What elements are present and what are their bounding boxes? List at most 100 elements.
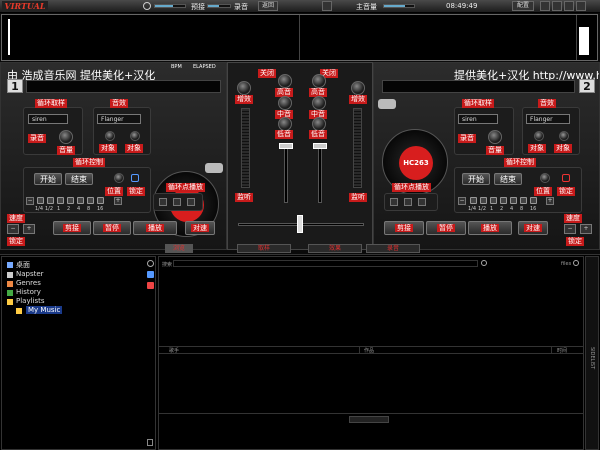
position-knob[interactable] <box>114 173 124 183</box>
add-folder-icon[interactable] <box>147 271 154 278</box>
tree-item-my-music[interactable]: My Music <box>26 306 63 314</box>
gain-knob-right[interactable] <box>351 81 365 95</box>
tree-item-playlists[interactable]: Playlists <box>16 297 45 305</box>
fraction-4: 2 <box>67 206 71 212</box>
sync-button-2[interactable]: 对速 <box>518 221 548 235</box>
lock-icon[interactable] <box>131 174 139 182</box>
cue-volume-meter[interactable] <box>154 4 186 8</box>
volume-fader-right-cap[interactable] <box>313 143 327 149</box>
col-time[interactable]: 时间 <box>557 347 567 354</box>
maximize-button[interactable] <box>564 1 574 11</box>
tree-item-genres[interactable]: Genres <box>16 279 41 287</box>
effect-select-2[interactable]: Flanger <box>526 114 570 124</box>
volume-knob[interactable] <box>59 130 73 144</box>
monitor-label-right[interactable]: 监听 <box>349 193 367 202</box>
high-knob-right[interactable] <box>312 96 326 110</box>
position-knob-2[interactable] <box>540 173 550 183</box>
config-button[interactable]: 配置 <box>512 1 534 11</box>
loop-end-button-2[interactable]: 结束 <box>494 173 522 185</box>
tree-item-napster[interactable]: Napster <box>16 270 44 278</box>
high-knob-left[interactable] <box>278 96 292 110</box>
volume-fader-left[interactable] <box>284 143 288 203</box>
monitor-label-left[interactable]: 监听 <box>235 193 253 202</box>
pause-button-2[interactable]: 暂停 <box>426 221 466 235</box>
record-button[interactable]: 录音 <box>28 134 46 143</box>
close-button[interactable] <box>576 1 586 11</box>
crossfader-cap[interactable] <box>297 215 303 233</box>
pitch-up-button-2[interactable]: + <box>580 224 592 234</box>
loop-start-button-2[interactable]: 开始 <box>462 173 490 185</box>
side-list-tab[interactable] <box>349 416 389 423</box>
pause-button[interactable]: 暂停 <box>93 221 131 235</box>
minimize-button[interactable] <box>540 1 550 11</box>
record-label[interactable]: 录音 <box>234 2 248 12</box>
lock-tree-icon[interactable] <box>147 439 153 446</box>
mid-knob-right[interactable] <box>312 117 326 131</box>
loop-select[interactable]: siren <box>28 114 68 124</box>
loop-next-button-2[interactable]: + <box>546 197 554 205</box>
effect-param1-knob[interactable] <box>105 131 115 141</box>
loop-point-1[interactable] <box>159 198 167 206</box>
loop-prev-button-2[interactable]: − <box>458 197 466 205</box>
browser: 桌面 Napster Genres History Playlists My M… <box>0 254 600 450</box>
waveform-deck2[interactable] <box>300 15 577 60</box>
search-input[interactable] <box>173 260 478 267</box>
pitch-up-button[interactable]: + <box>23 224 35 234</box>
loop-point-2-3[interactable] <box>418 198 426 206</box>
mid-knob-left[interactable] <box>278 117 292 131</box>
gain-knob-left[interactable] <box>237 81 251 95</box>
loop-start-button[interactable]: 开始 <box>34 173 62 185</box>
loop-point-3[interactable] <box>187 198 195 206</box>
mute-button[interactable] <box>322 1 332 11</box>
waveform-area[interactable] <box>1 14 598 61</box>
effect-param2-knob[interactable] <box>130 131 140 141</box>
col-artist[interactable]: 歌手 <box>169 347 179 354</box>
play-button-2[interactable]: 播放 <box>468 221 512 235</box>
col-title[interactable]: 作品 <box>364 347 374 354</box>
search-db-icon[interactable] <box>147 260 154 267</box>
tab-browse[interactable]: 浏览 <box>165 244 193 253</box>
effect-param1-knob-2[interactable] <box>534 131 544 141</box>
help-button[interactable] <box>552 1 562 11</box>
tab-sampler[interactable]: 取样 <box>237 244 291 253</box>
kill-knob-left[interactable] <box>278 74 292 88</box>
sync-button[interactable]: 对速 <box>185 221 215 235</box>
waveform-deck1[interactable] <box>2 15 300 60</box>
tab-effects[interactable]: 效果 <box>308 244 362 253</box>
tree-item-desktop[interactable]: 桌面 <box>16 260 30 270</box>
cue-button[interactable]: 剪接 <box>53 221 91 235</box>
volume-knob-2[interactable] <box>488 130 502 144</box>
loop-point-2[interactable] <box>173 198 181 206</box>
pitch-down-button-2[interactable]: − <box>564 224 576 234</box>
loop-end-button[interactable]: 结束 <box>65 173 93 185</box>
loop-next-button[interactable]: + <box>114 197 122 205</box>
tab-record[interactable]: 录音 <box>366 244 420 253</box>
kill-knob-right[interactable] <box>312 74 326 88</box>
headphones-icon <box>143 2 151 10</box>
loop-point-2-2[interactable] <box>404 198 412 206</box>
search-clear-icon[interactable] <box>481 260 487 266</box>
col-divider-2[interactable] <box>551 346 552 354</box>
play-button[interactable]: 播放 <box>133 221 177 235</box>
side-list-panel[interactable]: SIDELIST <box>585 256 599 450</box>
effect-select[interactable]: Flanger <box>97 114 141 124</box>
zoom-buttons[interactable] <box>579 27 589 55</box>
cue-button-2[interactable]: 剪接 <box>384 221 424 235</box>
files-menu-icon[interactable] <box>573 260 579 266</box>
remove-folder-icon[interactable] <box>147 282 154 289</box>
volume-fader-right[interactable] <box>318 143 322 203</box>
effect-label-2: 音效 <box>538 99 556 108</box>
volume-fader-left-cap[interactable] <box>279 143 293 149</box>
master-volume-slider[interactable] <box>383 4 415 8</box>
record-button-2[interactable]: 录音 <box>458 134 476 143</box>
pitch-down-button[interactable]: − <box>7 224 19 234</box>
lock-icon-2[interactable] <box>562 174 570 182</box>
tree-item-history[interactable]: History <box>16 288 41 296</box>
effect-param2-knob-2[interactable] <box>559 131 569 141</box>
loop-point-2-1[interactable] <box>390 198 398 206</box>
loop-prev-button[interactable]: − <box>26 197 34 205</box>
loop-select-2[interactable]: siren <box>458 114 498 124</box>
cue-mix-slider[interactable] <box>207 4 231 8</box>
col-divider-1[interactable] <box>359 346 360 354</box>
back-button[interactable]: 返回 <box>258 1 278 11</box>
